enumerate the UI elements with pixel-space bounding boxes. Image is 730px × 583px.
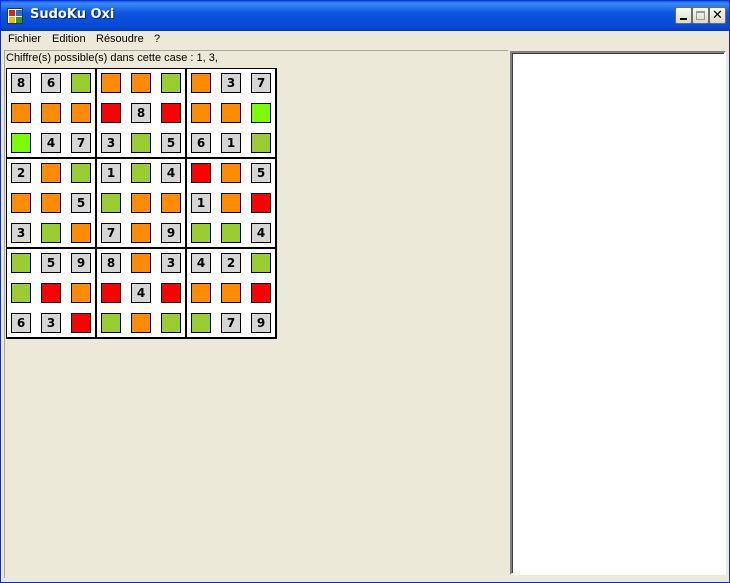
- sudoku-cell-given[interactable]: 2: [11, 163, 31, 183]
- sudoku-cell-empty[interactable]: [191, 223, 211, 243]
- sudoku-app-icon[interactable]: [7, 8, 23, 24]
- sudoku-cell-empty[interactable]: [161, 103, 181, 123]
- sudoku-cell-given[interactable]: 4: [131, 283, 151, 303]
- sudoku-cell-given[interactable]: 8: [101, 253, 121, 273]
- sudoku-cell-empty[interactable]: [131, 313, 151, 333]
- sudoku-cell-given[interactable]: 5: [251, 163, 271, 183]
- sudoku-cell-empty[interactable]: [161, 283, 181, 303]
- sudoku-cell-empty[interactable]: [221, 223, 241, 243]
- sudoku-cell-empty[interactable]: [41, 223, 61, 243]
- sudoku-cell-given[interactable]: 1: [221, 133, 241, 153]
- sudoku-cell-empty[interactable]: [41, 283, 61, 303]
- sudoku-cell-given[interactable]: 6: [191, 133, 211, 153]
- sudoku-cell-given[interactable]: 8: [131, 103, 151, 123]
- sudoku-cell-empty[interactable]: [11, 253, 31, 273]
- sudoku-cell-empty[interactable]: [41, 193, 61, 213]
- sudoku-cell-empty[interactable]: [11, 133, 31, 153]
- sudoku-cell-given[interactable]: 4: [41, 133, 61, 153]
- menu-help[interactable]: ?: [154, 33, 160, 45]
- sudoku-cell-given[interactable]: 7: [71, 133, 91, 153]
- sudoku-cell-empty[interactable]: [11, 103, 31, 123]
- sudoku-cell-empty[interactable]: [221, 163, 241, 183]
- sudoku-cell-given[interactable]: 7: [221, 313, 241, 333]
- sudoku-cell-empty[interactable]: [11, 283, 31, 303]
- maximize-button[interactable]: [692, 7, 709, 24]
- sudoku-cell-empty[interactable]: [131, 73, 151, 93]
- menu-bar: Fichier Edition Résoudre ?: [1, 31, 729, 49]
- sudoku-cell-given[interactable]: 9: [71, 253, 91, 273]
- sudoku-cell-empty[interactable]: [131, 133, 151, 153]
- possible-digits-label: Chiffre(s) possible(s) dans cette case :…: [6, 52, 218, 64]
- sudoku-cell-given[interactable]: 5: [71, 193, 91, 213]
- minimize-icon: [680, 18, 687, 20]
- minimize-button[interactable]: [675, 7, 692, 24]
- sudoku-cell-empty[interactable]: [191, 283, 211, 303]
- menu-edition[interactable]: Edition: [52, 33, 86, 45]
- sudoku-cell-empty[interactable]: [161, 313, 181, 333]
- window-title: SudoKu Oxi: [30, 7, 115, 22]
- sudoku-cell-empty[interactable]: [191, 313, 211, 333]
- sudoku-cell-empty[interactable]: [251, 193, 271, 213]
- sudoku-cell-empty[interactable]: [41, 103, 61, 123]
- sudoku-cell-empty[interactable]: [251, 253, 271, 273]
- sudoku-cell-empty[interactable]: [131, 193, 151, 213]
- sudoku-cell-empty[interactable]: [221, 283, 241, 303]
- sudoku-cell-empty[interactable]: [101, 103, 121, 123]
- sudoku-cell-given[interactable]: 5: [161, 133, 181, 153]
- sudoku-cell-empty[interactable]: [71, 283, 91, 303]
- sudoku-cell-given[interactable]: 4: [161, 163, 181, 183]
- sudoku-cell-given[interactable]: 5: [41, 253, 61, 273]
- menu-resoudre[interactable]: Résoudre: [96, 33, 144, 45]
- sudoku-cell-empty[interactable]: [191, 103, 211, 123]
- app-window: SudoKu Oxi ✕ Fichier Edition Résoudre ? …: [0, 0, 730, 583]
- sudoku-cell-empty[interactable]: [101, 283, 121, 303]
- sudoku-cell-empty[interactable]: [101, 313, 121, 333]
- sudoku-cell-given[interactable]: 4: [251, 223, 271, 243]
- sudoku-cell-empty[interactable]: [11, 193, 31, 213]
- sudoku-cell-empty[interactable]: [191, 73, 211, 93]
- sudoku-cell-empty[interactable]: [131, 163, 151, 183]
- sudoku-cell-given[interactable]: 6: [41, 73, 61, 93]
- sudoku-cell-empty[interactable]: [221, 193, 241, 213]
- sudoku-cell-empty[interactable]: [131, 253, 151, 273]
- sudoku-cell-empty[interactable]: [131, 223, 151, 243]
- sudoku-cell-given[interactable]: 9: [161, 223, 181, 243]
- sudoku-cell-given[interactable]: 7: [101, 223, 121, 243]
- sudoku-cell-given[interactable]: 3: [11, 223, 31, 243]
- close-button[interactable]: ✕: [709, 7, 726, 24]
- sudoku-cell-given[interactable]: 6: [11, 313, 31, 333]
- menu-fichier[interactable]: Fichier: [8, 33, 41, 45]
- sudoku-cell-empty[interactable]: [71, 313, 91, 333]
- output-panel[interactable]: [510, 51, 726, 575]
- sudoku-cell-empty[interactable]: [251, 133, 271, 153]
- sudoku-cell-empty[interactable]: [251, 103, 271, 123]
- sudoku-cell-given[interactable]: 2: [221, 253, 241, 273]
- sudoku-cell-given[interactable]: 4: [191, 253, 211, 273]
- sudoku-cell-given[interactable]: 1: [101, 163, 121, 183]
- sudoku-cell-empty[interactable]: [101, 73, 121, 93]
- sudoku-cell-given[interactable]: 7: [251, 73, 271, 93]
- close-icon: ✕: [712, 8, 723, 23]
- sudoku-cell-given[interactable]: 3: [161, 253, 181, 273]
- sudoku-cell-given[interactable]: 9: [251, 313, 271, 333]
- sudoku-cell-empty[interactable]: [161, 193, 181, 213]
- sudoku-cell-empty[interactable]: [71, 223, 91, 243]
- sudoku-cell-empty[interactable]: [71, 163, 91, 183]
- sudoku-cell-empty[interactable]: [161, 73, 181, 93]
- sudoku-cell-empty[interactable]: [41, 163, 61, 183]
- sudoku-cell-empty[interactable]: [71, 103, 91, 123]
- sudoku-cell-given[interactable]: 3: [101, 133, 121, 153]
- title-bar[interactable]: SudoKu Oxi ✕: [1, 1, 729, 31]
- sudoku-grid: 86378473561214551379459834246379: [6, 68, 277, 339]
- maximize-icon: [696, 11, 705, 20]
- sudoku-cell-empty[interactable]: [251, 283, 271, 303]
- sudoku-cell-empty[interactable]: [71, 73, 91, 93]
- sudoku-cell-given[interactable]: 3: [221, 73, 241, 93]
- sudoku-cell-given[interactable]: 1: [191, 193, 211, 213]
- sudoku-cell-empty[interactable]: [221, 103, 241, 123]
- sudoku-cell-given[interactable]: 3: [41, 313, 61, 333]
- sudoku-cell-empty[interactable]: [101, 193, 121, 213]
- sudoku-cell-empty[interactable]: [191, 163, 211, 183]
- sudoku-cell-given[interactable]: 8: [11, 73, 31, 93]
